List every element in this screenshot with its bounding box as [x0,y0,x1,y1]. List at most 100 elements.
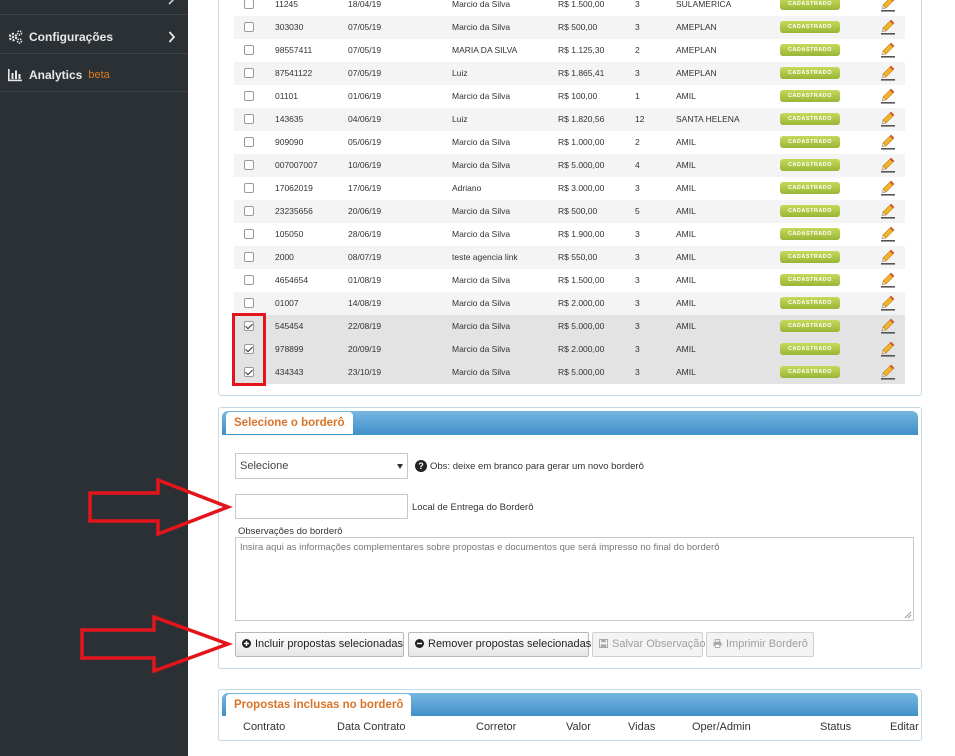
pencil-edit-icon[interactable] [881,157,895,173]
cell-corretor: Marcio da Silva [452,91,511,101]
imprimir-bordero-button[interactable]: Imprimir Borderô [706,632,814,657]
row-checkbox[interactable] [244,45,254,55]
cell-contrato: 23235656 [275,206,313,216]
cell-valor: R$ 1.500,00 [558,0,605,9]
pencil-edit-icon[interactable] [881,19,895,35]
cell-vidas: 3 [635,344,640,354]
remover-propostas-button[interactable]: Remover propostas selecionadas [408,632,592,657]
observacoes-label: Observações do borderô [238,526,343,537]
row-checkbox[interactable] [244,160,254,170]
cell-data: 07/05/19 [348,45,382,55]
table-row: 01007 14/08/19 Marcio da Silva R$ 2.000,00 3… [234,292,905,315]
cell-contrato: 143635 [275,114,304,124]
tab-selecione-bordero[interactable]: Selecione o borderô [226,412,353,434]
cell-contrato: 01101 [275,91,299,101]
pencil-edit-icon[interactable] [881,249,895,265]
row-checkbox[interactable] [244,183,254,193]
row-checkbox[interactable] [244,68,254,78]
status-badge: CADASTRADO [780,159,840,171]
cell-contrato: 2000 [275,252,294,262]
pencil-edit-icon[interactable] [881,203,895,219]
local-entrega-input[interactable] [235,494,408,519]
observacoes-textarea[interactable]: Insira aqui as informações complementare… [235,537,914,621]
observacoes-placeholder: Insira aqui as informações complementare… [240,542,720,553]
row-checkbox[interactable] [244,22,254,32]
cell-corretor: Luiz [452,68,468,78]
header-editar: Editar [890,721,919,733]
cell-valor: R$ 1.000,00 [558,137,605,147]
sidebar-divider [0,91,188,92]
cell-data: 04/06/19 [348,114,382,124]
remover-propostas-label: Remover propostas selecionadas [428,638,592,650]
row-checkbox[interactable] [244,275,254,285]
table-row: 2000 08/07/19 teste agencia link R$ 550,00 3… [234,246,905,269]
pencil-edit-icon[interactable] [881,42,895,58]
table-row: 01101 01/06/19 Marcio da Silva R$ 100,00 1 AM… [234,85,905,108]
cell-valor: R$ 1.865,41 [558,68,605,78]
cell-valor: R$ 500,00 [558,206,598,216]
annotation-arrow-icon [80,615,233,673]
bar-chart-icon [8,69,22,82]
cell-data: 10/06/19 [348,160,382,170]
cell-valor: R$ 5.000,00 [558,321,605,331]
cell-vidas: 1 [635,91,640,101]
pencil-edit-icon[interactable] [881,65,895,81]
annotation-highlight-box [232,313,266,386]
cell-valor: R$ 550,00 [558,252,598,262]
pencil-edit-icon[interactable] [881,295,895,311]
cell-operadora: AMEPLAN [676,22,717,32]
cell-vidas: 3 [635,183,640,193]
cell-contrato: 007007007 [275,160,318,170]
incluir-propostas-button[interactable]: Incluir propostas selecionadas [235,632,404,657]
annotation-arrow-icon [88,478,233,536]
sidebar-item-configuracoes[interactable]: Configurações [0,18,188,56]
cell-valor: R$ 1.125,30 [558,45,605,55]
cell-vidas: 2 [635,137,640,147]
chevron-right-icon [168,31,176,43]
row-checkbox[interactable] [244,0,254,9]
cell-valor: R$ 500,00 [558,22,598,32]
pencil-edit-icon[interactable] [881,134,895,150]
table-row: 23235656 20/06/19 Marcio da Silva R$ 500,00… [234,200,905,223]
pencil-edit-icon[interactable] [881,272,895,288]
row-checkbox[interactable] [244,91,254,101]
pencil-edit-icon[interactable] [881,0,895,12]
pencil-edit-icon[interactable] [881,341,895,357]
cell-data: 08/07/19 [348,252,382,262]
bordero-select[interactable]: Selecione [235,453,408,479]
cell-valor: R$ 1.820,56 [558,114,605,124]
row-checkbox[interactable] [244,114,254,124]
table-row: 11245 18/04/19 Marcio da Silva R$ 1.500,00 3… [234,0,905,16]
status-badge: CADASTRADO [780,136,840,148]
row-checkbox[interactable] [244,252,254,262]
pencil-edit-icon[interactable] [881,180,895,196]
pencil-edit-icon[interactable] [881,88,895,104]
row-checkbox[interactable] [244,206,254,216]
table-row: 007007007 10/06/19 Marcio da Silva R$ 5.000… [234,154,905,177]
sidebar-item-analytics[interactable]: Analytics beta [0,56,188,94]
cell-contrato: 978899 [275,344,304,354]
cell-operadora: AMIL [676,275,696,285]
status-badge: CADASTRADO [780,113,840,125]
cell-contrato: 105050 [275,229,304,239]
sidebar-divider [0,53,188,54]
pencil-edit-icon[interactable] [881,318,895,334]
row-checkbox[interactable] [244,298,254,308]
cell-data: 07/05/19 [348,22,382,32]
svg-text:?: ? [418,461,424,471]
salvar-observacao-button[interactable]: Salvar Observação [592,632,706,657]
cell-operadora: AMIL [676,160,696,170]
tab-propostas-inclusas[interactable]: Propostas inclusas no borderô [226,694,412,716]
cell-data: 07/05/19 [348,68,382,78]
pencil-edit-icon[interactable] [881,226,895,242]
row-checkbox[interactable] [244,137,254,147]
imprimir-bordero-label: Imprimir Borderô [726,638,808,650]
row-checkbox[interactable] [244,229,254,239]
cell-vidas: 3 [635,68,640,78]
header-contrato: Contrato [243,721,286,733]
local-entrega-label: Local de Entrega do Borderô [412,502,534,513]
pencil-edit-icon[interactable] [881,364,895,380]
cell-vidas: 3 [635,22,640,32]
pencil-edit-icon[interactable] [881,111,895,127]
resize-grip-icon[interactable] [904,611,912,619]
